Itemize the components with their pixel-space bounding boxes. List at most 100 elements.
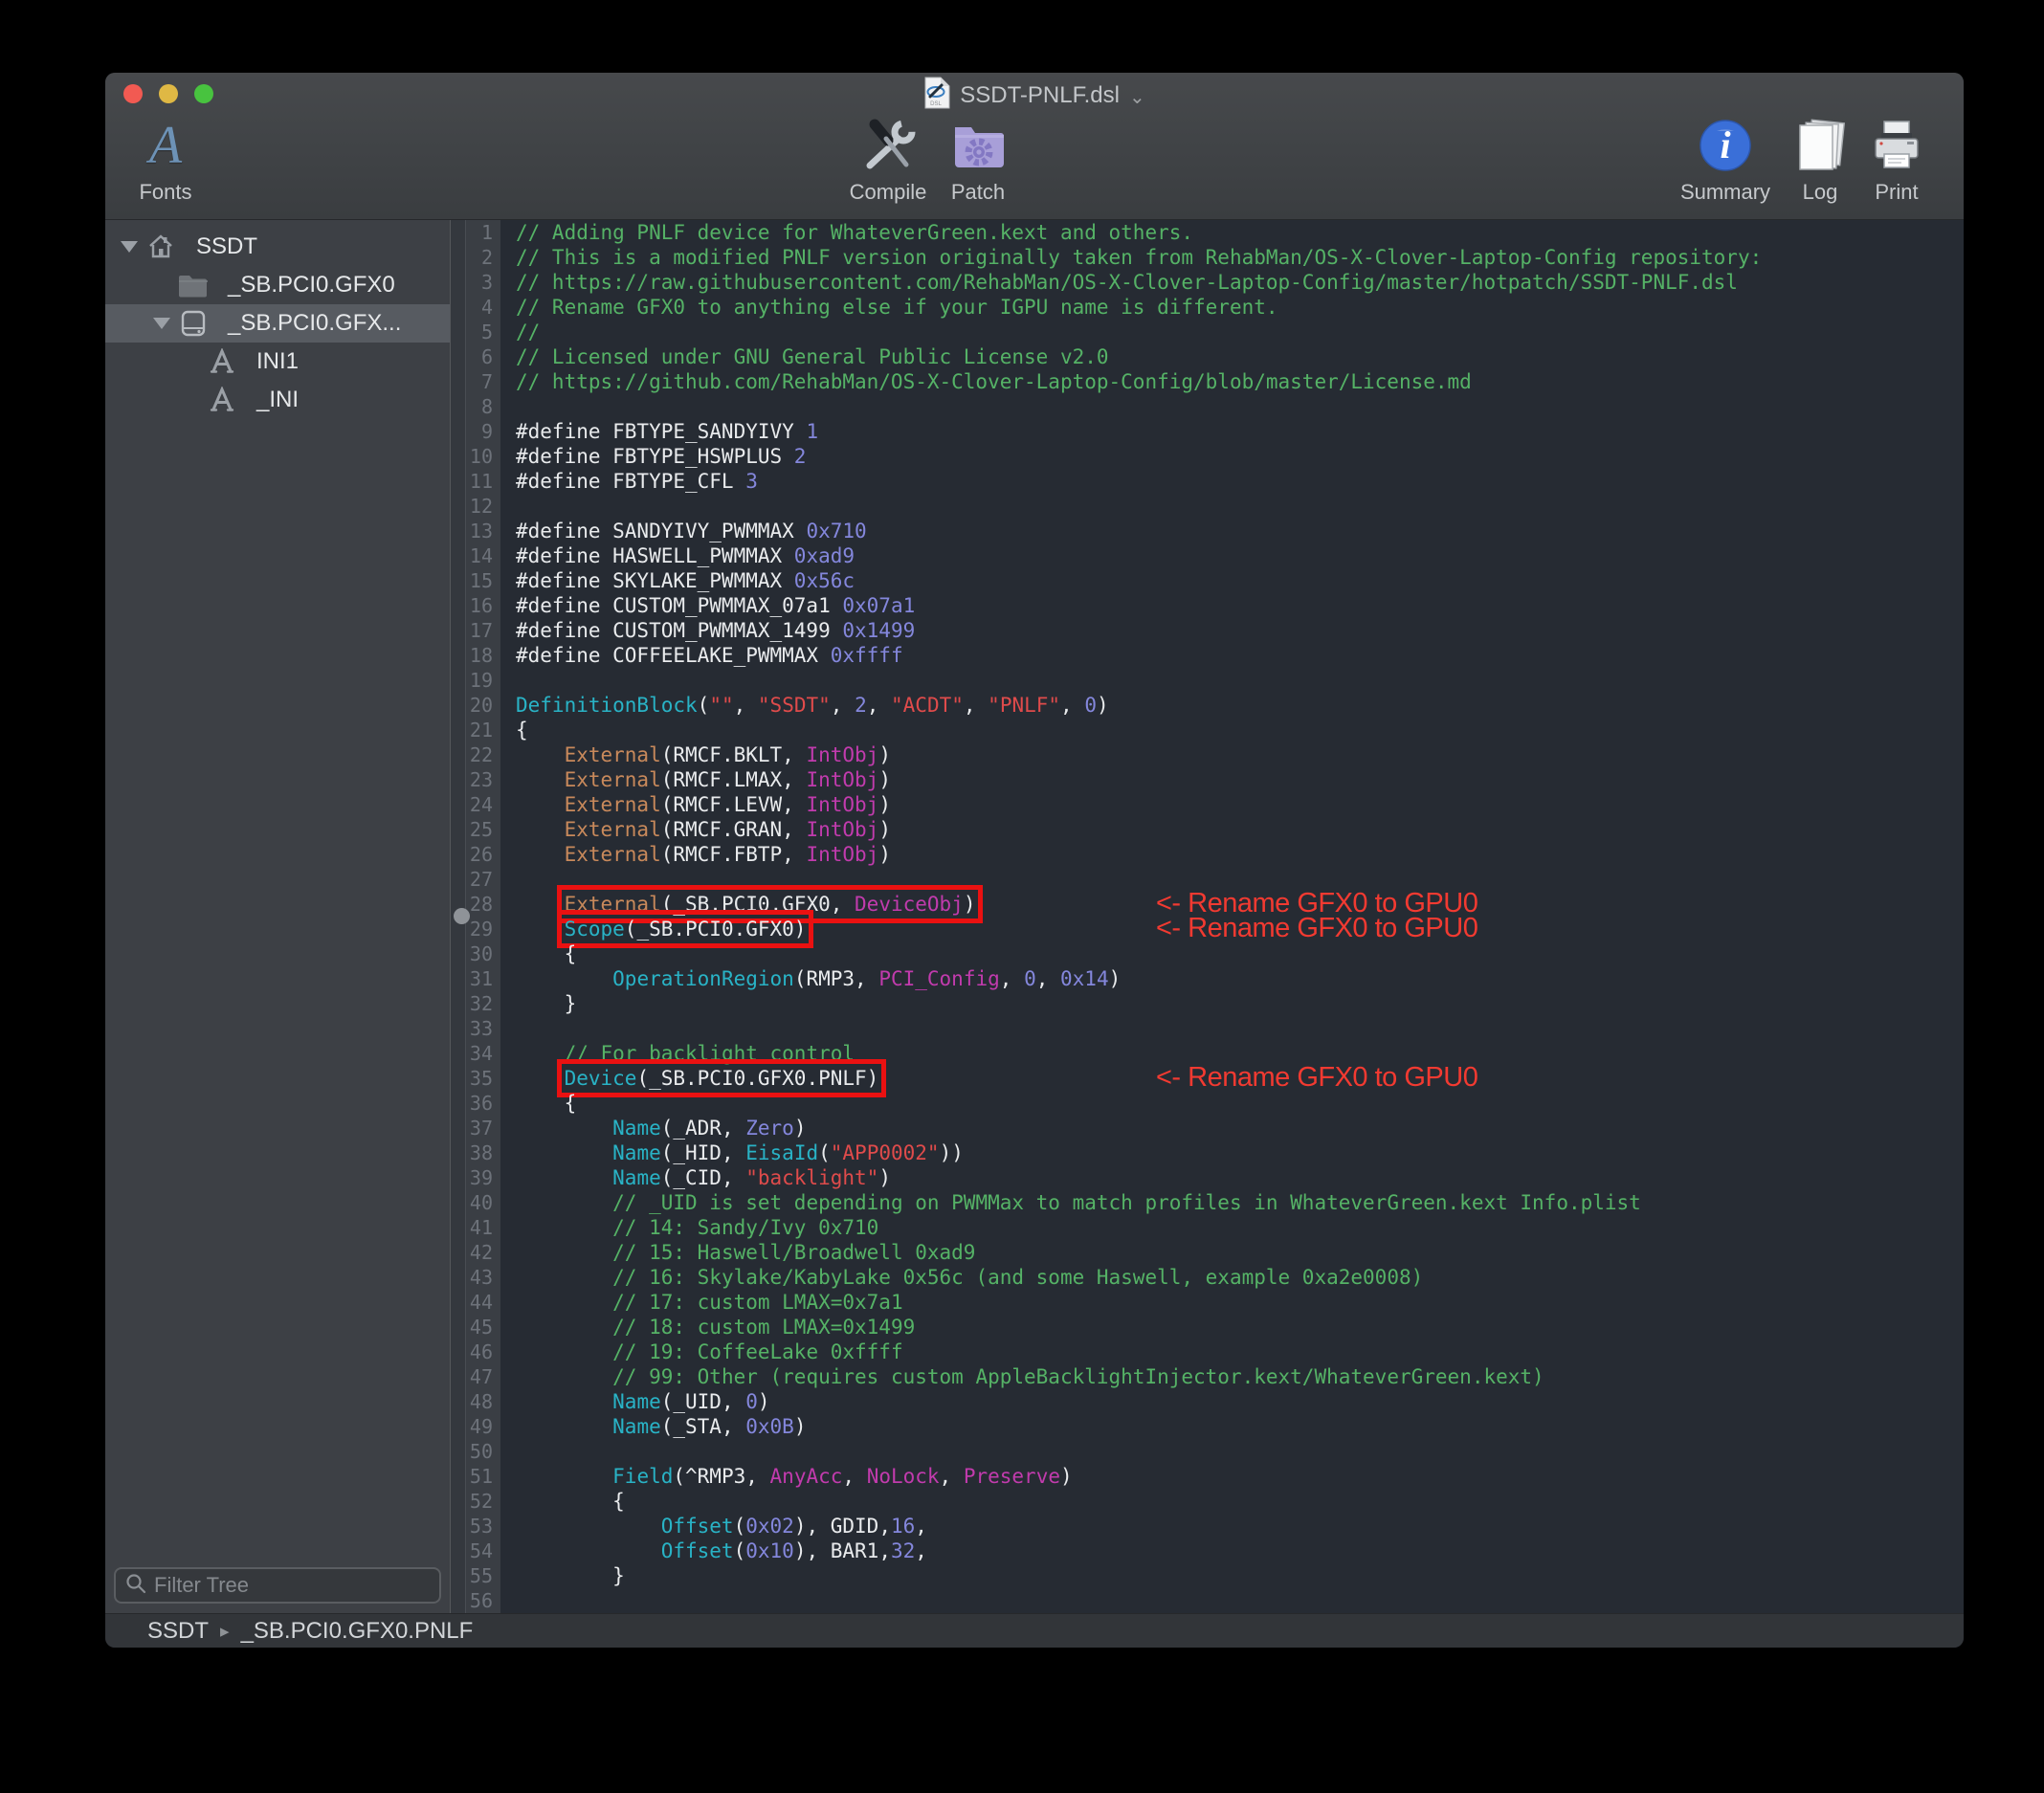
tree-item-label: _SB.PCI0.GFX...: [228, 310, 401, 337]
gutter-margin: [451, 941, 466, 966]
breadcrumb-node[interactable]: _SB.PCI0.GFX0.PNLF: [241, 1618, 474, 1645]
code-line: 31 OperationRegion(RMP3, PCI_Config, 0, …: [451, 966, 1964, 991]
code-line: 47 // 99: Other (requires custom AppleBa…: [451, 1364, 1964, 1389]
line-number: 54: [466, 1538, 500, 1563]
rename-highlight-box: External(_SB.PCI0.GFX0, DeviceObj): [565, 893, 976, 916]
tree-item-ssdt[interactable]: SSDT: [105, 228, 450, 266]
search-icon: [125, 1573, 146, 1599]
code-line: 50: [451, 1439, 1964, 1464]
code-line: 15#define SKYLAKE_PWMMAX 0x56c: [451, 568, 1964, 593]
patch-button[interactable]: Patch: [925, 115, 1031, 205]
code-line-text: #define FBTYPE_HSWPLUS 2: [500, 444, 806, 469]
gutter-margin: [451, 842, 466, 867]
code-line-text: Name(_HID, EisaId("APP0002")): [500, 1140, 964, 1165]
code-line: 39 Name(_CID, "backlight"): [451, 1165, 1964, 1190]
gutter-margin: [451, 568, 466, 593]
code-line-text: // For backlight control: [500, 1041, 855, 1066]
gutter-margin: [451, 1066, 466, 1091]
line-number: 55: [466, 1563, 500, 1588]
code-line-text: // 15: Haswell/Broadwell 0xad9: [500, 1240, 975, 1265]
summary-button[interactable]: i Summary: [1663, 115, 1788, 205]
gutter-margin: [451, 444, 466, 469]
disclosure-triangle[interactable]: [121, 241, 138, 253]
line-number: 50: [466, 1439, 500, 1464]
code-line-text: Name(_UID, 0): [500, 1389, 770, 1414]
code-line-text: Name(_ADR, Zero): [500, 1116, 806, 1140]
line-number: 21: [466, 718, 500, 742]
code-line-text: Field(^RMP3, AnyAcc, NoLock, Preserve): [500, 1464, 1073, 1489]
line-number: 5: [466, 320, 500, 344]
log-button[interactable]: Log: [1782, 115, 1858, 205]
code-line-text: // Adding PNLF device for WhateverGreen.…: [500, 220, 1193, 245]
code-line: 6// Licensed under GNU General Public Li…: [451, 344, 1964, 369]
gutter-margin: [451, 220, 466, 245]
gutter-margin: [451, 1563, 466, 1588]
tree-item-sb-pci0-gfx0-scope[interactable]: _SB.PCI0.GFX0: [105, 266, 450, 304]
print-button[interactable]: Print: [1854, 115, 1940, 205]
line-number: 4: [466, 295, 500, 320]
line-number: 10: [466, 444, 500, 469]
rename-annotation: <- Rename GFX0 to GPU0: [1156, 914, 1477, 942]
code-line-text: // https://github.com/RehabMan/OS-X-Clov…: [500, 369, 1472, 394]
gutter-margin: [451, 1165, 466, 1190]
gutter-margin: [451, 1588, 466, 1613]
code-line: 51 Field(^RMP3, AnyAcc, NoLock, Preserve…: [451, 1464, 1964, 1489]
fonts-button[interactable]: A Fonts: [113, 115, 218, 205]
code-line-text: // Licensed under GNU General Public Lic…: [500, 344, 1109, 369]
gutter-margin: [451, 867, 466, 892]
code-line: 14#define HASWELL_PWMMAX 0xad9: [451, 543, 1964, 568]
line-number: 17: [466, 618, 500, 643]
code-line: 26 External(RMCF.FBTP, IntObj): [451, 842, 1964, 867]
gutter-margin: [451, 320, 466, 344]
code-line-text: External(RMCF.BKLT, IntObj): [500, 742, 891, 767]
window-title: SSDT-PNLF.dsl: [960, 82, 1120, 109]
gutter-margin: [451, 1514, 466, 1538]
window-title-proxy[interactable]: DSL SSDT-PNLF.dsl ⌄: [105, 79, 1964, 112]
code-line-text: #define HASWELL_PWMMAX 0xad9: [500, 543, 855, 568]
line-number: 34: [466, 1041, 500, 1066]
compile-label: Compile: [850, 180, 927, 205]
code-line-text: // 19: CoffeeLake 0xffff: [500, 1339, 903, 1364]
pages-icon: [1792, 115, 1848, 176]
code-line-text: External(RMCF.GRAN, IntObj): [500, 817, 891, 842]
line-number: 47: [466, 1364, 500, 1389]
code-line-text: External(RMCF.LMAX, IntObj): [500, 767, 891, 792]
tree-item-ini1[interactable]: INI1: [105, 343, 450, 381]
gutter-margin: [451, 1339, 466, 1364]
tree-item-label: INI1: [256, 348, 299, 375]
gutter-margin: [451, 1290, 466, 1315]
filter-tree-input[interactable]: [154, 1573, 430, 1598]
svg-text:DSL: DSL: [930, 101, 942, 107]
line-number: 40: [466, 1190, 500, 1215]
code-line-text: [500, 668, 516, 693]
code-editor[interactable]: 1// Adding PNLF device for WhateverGreen…: [451, 220, 1964, 1613]
gutter-margin: [451, 344, 466, 369]
tree-item-sb-pci0-gfx0-device[interactable]: _SB.PCI0.GFX...: [105, 304, 450, 343]
disclosure-triangle[interactable]: [153, 318, 170, 329]
code-line: 49 Name(_STA, 0x0B): [451, 1414, 1964, 1439]
code-line: 48 Name(_UID, 0): [451, 1389, 1964, 1414]
tree-item-ini[interactable]: _INI: [105, 381, 450, 419]
code-line-text: #define SKYLAKE_PWMMAX 0x56c: [500, 568, 855, 593]
line-number: 15: [466, 568, 500, 593]
line-number: 25: [466, 817, 500, 842]
breadcrumb-root[interactable]: SSDT: [147, 1618, 209, 1645]
gutter-margin: [451, 618, 466, 643]
code-line-text: #define FBTYPE_SANDYIVY 1: [500, 419, 818, 444]
filter-tree-field[interactable]: [114, 1567, 441, 1604]
code-line-text: [500, 867, 516, 892]
acpi-tree: SSDT _SB.PCI0.GFX0: [105, 220, 450, 1560]
code-line-text: // 18: custom LMAX=0x1499: [500, 1315, 915, 1339]
gutter-margin: [451, 369, 466, 394]
document-icon: DSL: [923, 77, 950, 116]
line-number: 49: [466, 1414, 500, 1439]
tools-icon: [858, 115, 918, 176]
code-line: 37 Name(_ADR, Zero): [451, 1116, 1964, 1140]
code-line-text: // 16: Skylake/KabyLake 0x56c (and some …: [500, 1265, 1423, 1290]
status-bar: SSDT ▸ _SB.PCI0.GFX0.PNLF: [105, 1613, 1964, 1648]
line-number: 53: [466, 1514, 500, 1538]
line-number: 16: [466, 593, 500, 618]
gutter-margin: [451, 718, 466, 742]
code-line-text: }: [500, 991, 576, 1016]
line-number: 35: [466, 1066, 500, 1091]
